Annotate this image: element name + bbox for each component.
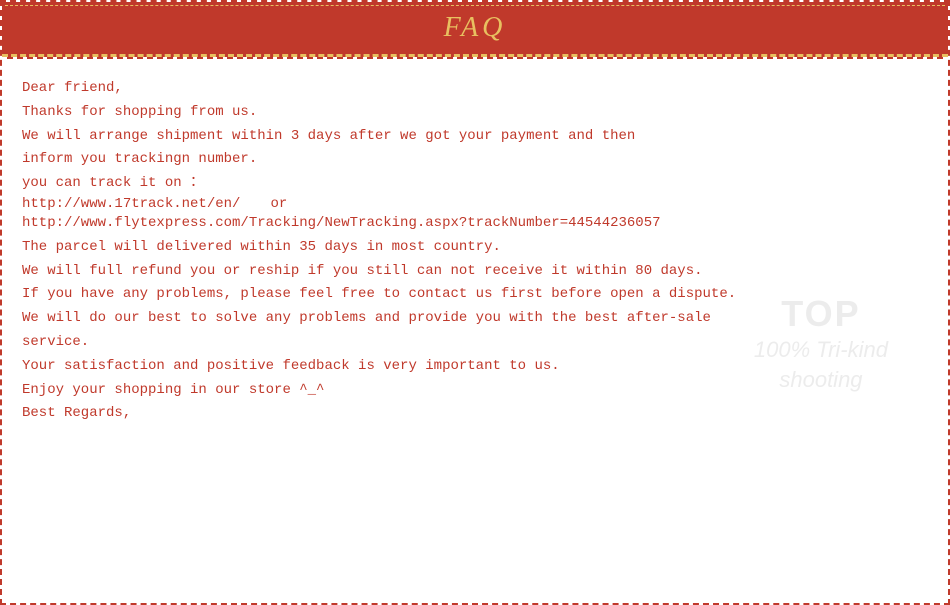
tracking-url1: http://www.17track.net/en/ — [22, 196, 240, 212]
line-best1: We will do our best to solve any problem… — [22, 307, 928, 331]
line-service: service. — [22, 331, 928, 355]
tracking-url2: http://www.flytexpress.com/Tracking/NewT… — [22, 212, 928, 236]
tracking-row: http://www.17track.net/en/ or — [22, 196, 928, 212]
line-refund: We will full refund you or reship if you… — [22, 260, 928, 284]
line-shipment2: inform you trackingn number. — [22, 148, 928, 172]
line-track: you can track it on ： — [22, 172, 928, 196]
line-problems: If you have any problems, please feel fr… — [22, 283, 928, 307]
line-enjoy: Enjoy your shopping in our store ^_^ — [22, 379, 928, 403]
or-text: or — [270, 196, 287, 212]
content-area: Dear friend, Thanks for shopping from us… — [2, 59, 948, 436]
line-thanks: Thanks for shopping from us. — [22, 101, 928, 125]
line-dear-friend: Dear friend, — [22, 77, 928, 101]
line-regards: Best Regards, — [22, 402, 928, 426]
header-section: FAQ — [2, 2, 948, 57]
line-parcel: The parcel will delivered within 35 days… — [22, 236, 928, 260]
line-satisfaction: Your satisfaction and positive feedback … — [22, 355, 928, 379]
faq-title: FAQ — [444, 12, 507, 43]
line-shipment1: We will arrange shipment within 3 days a… — [22, 125, 928, 149]
page-wrapper: FAQ Dear friend, Thanks for shopping fro… — [0, 0, 950, 605]
